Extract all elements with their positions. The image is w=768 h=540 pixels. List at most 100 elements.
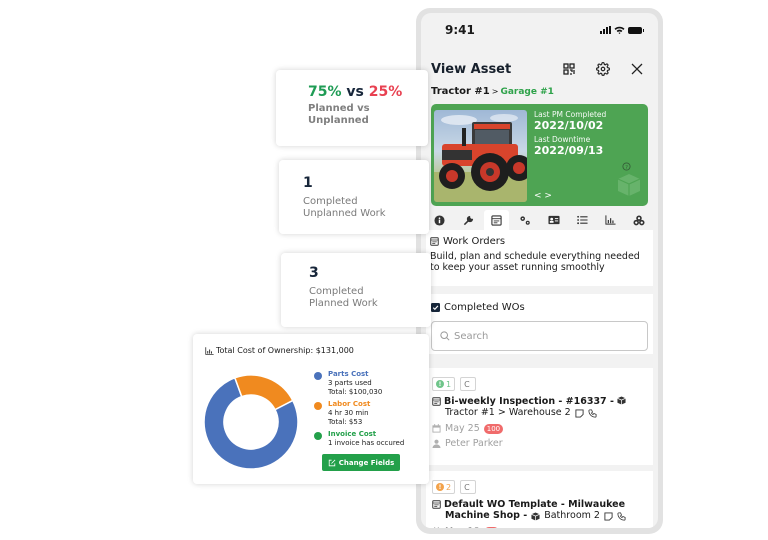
tab-related-assets[interactable] [627, 210, 652, 230]
cube-icon [617, 174, 641, 196]
tab-maintenance[interactable] [456, 210, 481, 230]
status-icons [600, 26, 644, 34]
legend-item-invoice: Invoice Cost 1 invoice has occured [314, 430, 404, 448]
tab-work-orders[interactable] [484, 210, 510, 230]
id-card-icon [548, 215, 560, 225]
wo-title: Bi-weekly Inspection - #16337 - [432, 396, 647, 407]
user-icon [432, 439, 441, 448]
wo-title-line2: Machine Shop - [445, 510, 528, 521]
legend-title: Parts Cost [328, 370, 369, 378]
wo-date-row: May 25 100 [432, 423, 647, 434]
cost-donut-chart [203, 374, 299, 470]
signal-icon [600, 26, 611, 34]
priority-chip: ! 2 [432, 480, 456, 494]
total-cost-card: Total Cost of Ownership: $131,000 Parts … [193, 334, 429, 484]
planned-percent: 75% [308, 84, 342, 100]
note-icon[interactable] [604, 511, 613, 521]
priority-count: 2 [446, 482, 452, 492]
wrench-icon [463, 215, 473, 225]
completed-planned-value: 3 [309, 265, 319, 281]
work-order-item[interactable]: ! 1 C Bi-weekly Inspection - #16337 - Tra… [426, 368, 653, 465]
wo-location: Machine Shop - Bathroom 2 [432, 510, 647, 522]
work-orders-section: Work Orders Build, plan and schedule eve… [426, 230, 653, 286]
qr-code-button[interactable] [558, 58, 580, 80]
cube-icon [617, 396, 626, 405]
wo-location-text: Tractor #1 > Warehouse 2 [445, 407, 571, 418]
cost-legend: Parts Cost 3 parts used Total: $100,030 … [314, 370, 404, 451]
tab-checklist[interactable] [570, 210, 595, 230]
planned-vs-unplanned-card: 75% vs 25% Planned vs Unplanned [276, 70, 428, 146]
change-fields-button[interactable]: Change Fields [322, 454, 400, 471]
tab-parts[interactable] [513, 210, 538, 230]
calendar-icon [432, 424, 441, 433]
wo-title: Default WO Template - Milwaukee [432, 499, 647, 510]
legend-title: Labor Cost [328, 400, 371, 408]
checkbox-checked-icon[interactable] [431, 303, 440, 312]
list-icon [576, 215, 588, 225]
label-line1: Completed [303, 196, 358, 207]
legend-line: 1 invoice has occured [328, 439, 405, 447]
search-field[interactable] [431, 321, 648, 351]
status-bar: 9:41 [421, 13, 658, 47]
legend-line: Total: $100,030 [328, 388, 383, 396]
phone-frame: 9:41 View Asset Tractor #1 > Garage #1 L… [416, 8, 663, 534]
svg-text:?: ? [625, 165, 628, 171]
wo-assignee-row: Peter Parker [432, 438, 647, 449]
work-order-item[interactable]: ! 2 C Default WO Template - Milwaukee Mac… [426, 471, 653, 528]
breadcrumb-asset: Tractor #1 [431, 86, 490, 97]
tab-contacts[interactable] [541, 210, 566, 230]
legend-line: 4 hr 30 min [328, 409, 369, 417]
wo-badge: 100 [483, 423, 504, 434]
cube-icon [531, 511, 540, 521]
wo-title-text: Default WO Template - Milwaukee [444, 499, 626, 510]
wo-chips: ! 2 C [432, 480, 647, 494]
legend-title: Invoice Cost [328, 430, 377, 438]
phone-icon[interactable] [617, 511, 626, 521]
tab-info[interactable] [427, 210, 452, 230]
legend-dot [314, 432, 322, 440]
help-icon[interactable]: ? [622, 162, 631, 171]
calendar-icon [434, 527, 439, 528]
status-time: 9:41 [445, 23, 475, 37]
phone-icon[interactable] [588, 408, 597, 418]
status-chip: C [460, 480, 477, 494]
legend-item-labor: Labor Cost 4 hr 30 min Total: $53 [314, 400, 404, 427]
legend-item-parts: Parts Cost 3 parts used Total: $100,030 [314, 370, 404, 397]
priority-icon: ! [436, 483, 444, 491]
completed-planned-label: Completed Planned Work [309, 286, 431, 310]
settings-button[interactable] [592, 58, 614, 80]
last-downtime-label: Last Downtime [534, 135, 591, 144]
wo-location-text: Bathroom 2 [544, 510, 600, 521]
label-line2: Planned Work [309, 298, 378, 309]
image-carousel-nav[interactable]: < > [534, 191, 552, 201]
qr-code-icon [563, 63, 575, 75]
last-downtime-value: 2022/09/13 [534, 144, 604, 157]
breadcrumb-location-link[interactable]: Garage #1 [500, 87, 553, 97]
asset-photo [434, 110, 527, 202]
work-order-icon [432, 500, 441, 509]
wo-date: May 19 [445, 526, 480, 528]
bar-chart-icon [605, 215, 616, 225]
unplanned-percent: 25% [368, 84, 403, 100]
gear-icon [596, 62, 610, 76]
ratio-label-line2: Unplanned [308, 115, 369, 126]
priority-icon: ! [436, 380, 444, 388]
close-button[interactable] [626, 58, 648, 80]
breadcrumb: Tractor #1 > Garage #1 [431, 86, 554, 97]
last-pm-label: Last PM Completed [534, 110, 607, 119]
change-fields-label: Change Fields [338, 458, 395, 467]
completed-planned-card: 3 Completed Planned Work [281, 253, 431, 327]
work-order-icon [430, 237, 439, 246]
edit-icon [328, 459, 336, 466]
note-icon[interactable] [575, 408, 584, 418]
wo-badge: 33 [483, 526, 499, 528]
ratio-values: 75% vs 25% [308, 84, 428, 100]
tab-reports[interactable] [598, 210, 623, 230]
battery-icon [628, 26, 644, 34]
wo-date: May 25 [445, 423, 480, 434]
wo-chips: ! 1 C [432, 377, 647, 391]
search-input[interactable] [454, 330, 604, 342]
work-orders-title: Work Orders [443, 236, 506, 247]
work-orders-heading: Work Orders [430, 236, 649, 247]
page-title: View Asset [431, 61, 512, 77]
